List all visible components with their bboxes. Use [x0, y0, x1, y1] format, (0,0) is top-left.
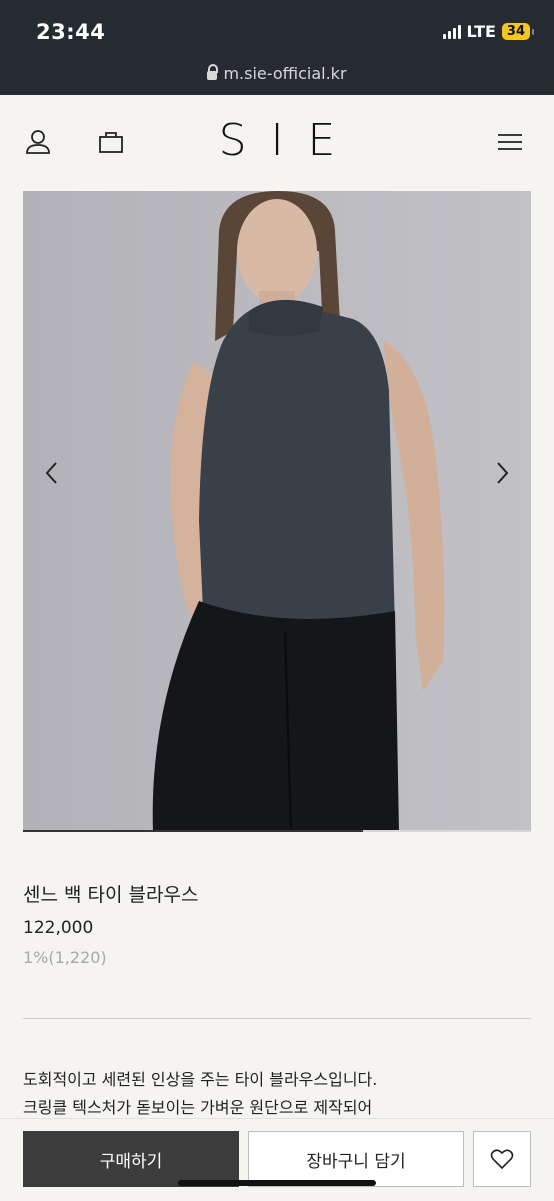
- url-text: m.sie-official.kr: [223, 64, 347, 83]
- product-points: 1%(1,220): [23, 948, 107, 967]
- description-line: 도회적이고 세련된 인상을 주는 타이 블라우스입니다.: [23, 1070, 378, 1089]
- site-header: SIE: [0, 95, 554, 191]
- status-indicators: LTE 34: [442, 22, 535, 41]
- gallery-progress-fill: [23, 830, 364, 832]
- status-time: 23:44: [36, 20, 106, 44]
- product-name: 센느 백 타이 블라우스: [23, 884, 199, 906]
- browser-top-bar: 23:44 LTE 34 m.sie-official.kr: [0, 0, 554, 95]
- product-price: 122,000: [23, 918, 94, 938]
- chevron-right-icon[interactable]: [492, 460, 512, 486]
- home-indicator: [178, 1180, 376, 1186]
- product-description: 도회적이고 세련된 인상을 주는 타이 블라우스입니다. 크링클 텍스처가 돋보…: [23, 1066, 377, 1122]
- bottom-action-bar: 구매하기 장바구니 담기: [0, 1118, 554, 1201]
- buy-button[interactable]: 구매하기: [23, 1131, 239, 1187]
- lock-icon: [207, 64, 219, 80]
- wishlist-button[interactable]: [473, 1131, 531, 1187]
- section-divider: [23, 1018, 531, 1019]
- site-logo[interactable]: SIE: [0, 115, 554, 166]
- chevron-left-icon[interactable]: [42, 460, 62, 486]
- network-label: LTE: [466, 22, 496, 41]
- signal-icon: [442, 24, 461, 39]
- menu-icon[interactable]: [495, 127, 525, 157]
- heart-icon: [490, 1149, 514, 1170]
- add-to-cart-button[interactable]: 장바구니 담기: [248, 1131, 464, 1187]
- model-photo: [23, 191, 531, 832]
- gallery-progress: [23, 830, 531, 832]
- url-bar[interactable]: m.sie-official.kr: [0, 64, 554, 83]
- product-image[interactable]: [23, 191, 531, 832]
- battery-icon: 34: [501, 23, 535, 40]
